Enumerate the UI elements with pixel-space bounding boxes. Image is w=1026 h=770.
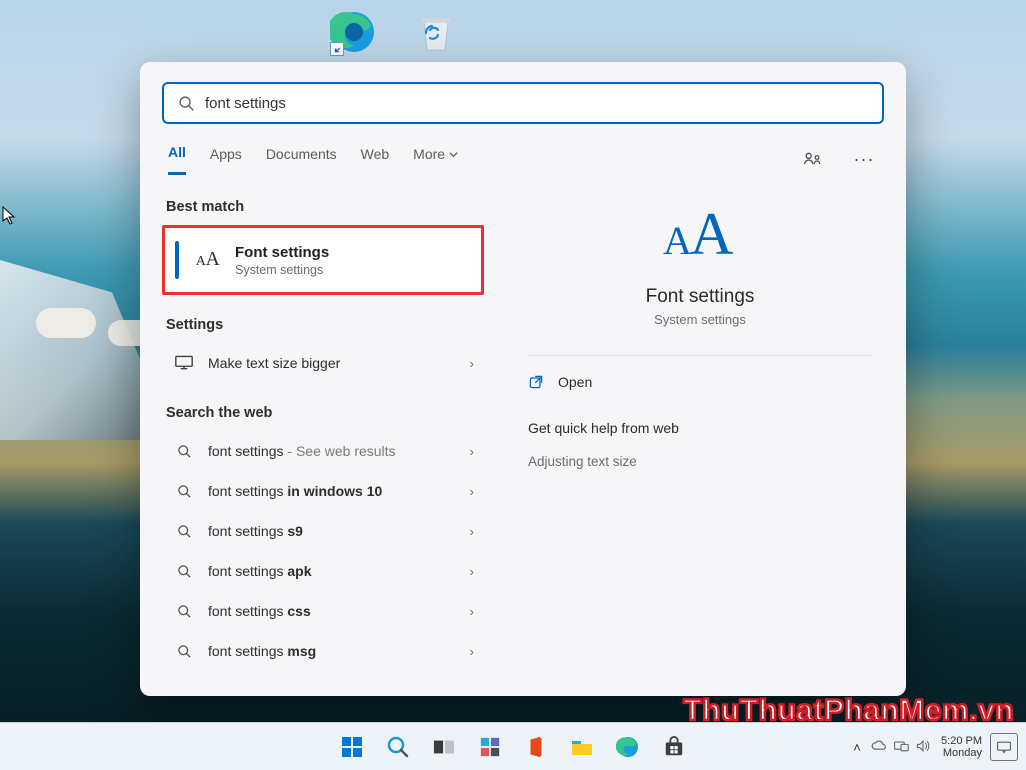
chevron-right-icon: › [470,444,474,459]
notifications-button[interactable] [990,733,1018,761]
best-match-title: Font settings [235,244,329,261]
tab-documents[interactable]: Documents [266,146,337,174]
font-settings-large-icon: AA [658,195,742,276]
tray-volume-icon[interactable] [913,739,933,756]
tray-onedrive-icon[interactable] [869,740,889,755]
chevron-right-icon: › [470,644,474,659]
section-settings: Settings [166,317,484,333]
search-icon [178,95,195,112]
search-input[interactable] [205,95,868,112]
quick-help-heading: Get quick help from web [528,420,872,436]
section-web: Search the web [166,405,484,421]
taskbar-edge-icon[interactable] [608,727,648,767]
chevron-right-icon: › [470,564,474,579]
scope-tabs: All Apps Documents Web More ··· [168,144,878,175]
chevron-right-icon: › [470,356,474,371]
start-button[interactable] [332,727,372,767]
preview-title: Font settings [646,286,755,308]
svg-text:A: A [663,218,692,263]
task-view-button[interactable] [424,727,464,767]
preview-pane: AA Font settings System settings Open Ge… [492,177,884,678]
svg-text:A: A [690,201,734,268]
clock-day: Monday [941,747,982,759]
best-match-subtitle: System settings [235,263,329,277]
web-result[interactable]: font settings css › [162,591,484,631]
tray-network-icon[interactable] [891,739,911,756]
results-list: Best match AA Font settings System setti… [162,177,492,678]
start-search-panel: All Apps Documents Web More ··· Best mat… [140,62,906,696]
chevron-down-icon [449,150,458,159]
more-options-icon[interactable]: ··· [850,146,878,174]
taskbar-store-icon[interactable] [654,727,694,767]
desktop: All Apps Documents Web More ··· Best mat… [0,0,1026,770]
shortcut-arrow-icon [330,42,344,56]
web-result[interactable]: font settings - See web results › [162,431,484,471]
result-label: Make text size bigger [208,355,456,371]
tray-chevron-up-icon[interactable]: ˄ [847,740,867,755]
system-tray: ˄ 5:20 PM Monday [847,723,1018,770]
open-label: Open [558,374,592,390]
best-match-result[interactable]: AA Font settings System settings [162,225,484,295]
wallpaper-mountain [0,260,140,440]
search-icon [174,444,194,459]
quick-help-link[interactable]: Adjusting text size [528,454,872,469]
tab-all[interactable]: All [168,144,186,175]
monitor-icon [174,355,194,371]
search-linked-devices-icon[interactable] [798,146,826,174]
taskbar-explorer-icon[interactable] [562,727,602,767]
cursor-icon [2,206,16,226]
svg-text:A: A [206,249,220,270]
search-box[interactable] [162,82,884,124]
open-external-icon [528,374,544,390]
search-icon [174,604,194,619]
font-settings-icon: AA [193,244,221,277]
selection-indicator [175,241,179,279]
web-result[interactable]: font settings s9 › [162,511,484,551]
tab-web[interactable]: Web [361,146,390,174]
desktop-icon-recycle-bin[interactable] [412,8,460,56]
tab-more[interactable]: More [413,146,458,174]
widgets-button[interactable] [470,727,510,767]
search-icon [174,524,194,539]
settings-result[interactable]: Make text size bigger › [162,343,484,383]
open-action[interactable]: Open [528,374,872,390]
chevron-right-icon: › [470,524,474,539]
search-icon [174,644,194,659]
taskbar-office-icon[interactable] [516,727,556,767]
taskbar-clock[interactable]: 5:20 PM Monday [935,735,988,759]
taskbar: ˄ 5:20 PM Monday [0,722,1026,770]
wallpaper-cloud [36,308,96,338]
chevron-right-icon: › [470,484,474,499]
web-result[interactable]: font settings msg › [162,631,484,671]
web-result[interactable]: font settings apk › [162,551,484,591]
preview-subtitle: System settings [654,312,746,327]
web-result[interactable]: font settings in windows 10 › [162,471,484,511]
search-icon [174,484,194,499]
clock-time: 5:20 PM [941,735,982,747]
desktop-icon-edge[interactable] [330,8,378,56]
search-icon [174,564,194,579]
divider [528,355,872,356]
section-best-match: Best match [166,199,484,215]
taskbar-search-button[interactable] [378,727,418,767]
tab-apps[interactable]: Apps [210,146,242,174]
chevron-right-icon: › [470,604,474,619]
